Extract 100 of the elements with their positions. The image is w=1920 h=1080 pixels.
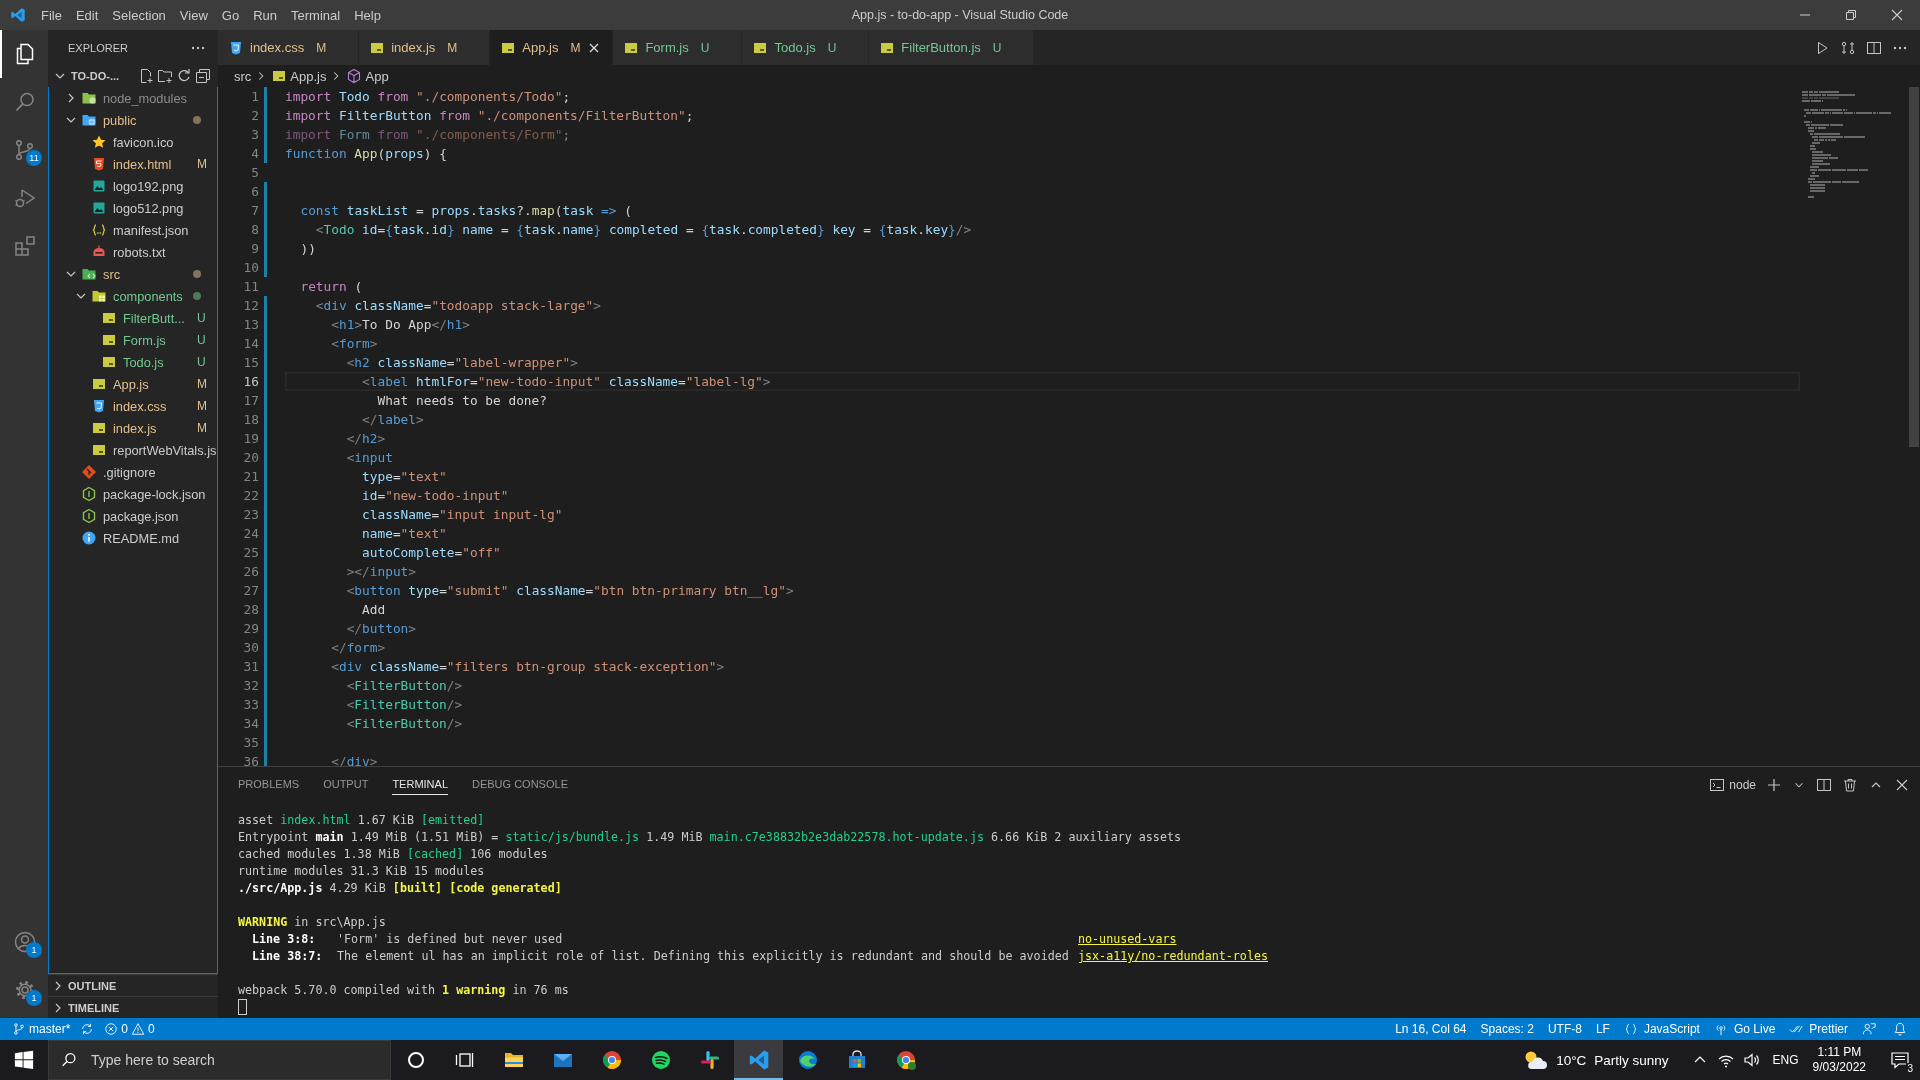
split-terminal-icon[interactable] <box>1816 776 1832 793</box>
panel-tab[interactable]: OUTPUT <box>323 774 369 795</box>
section-header[interactable]: TIMELINE <box>68 1001 120 1014</box>
menu-item[interactable]: Help <box>347 7 388 23</box>
folder-name[interactable]: node_modules <box>103 90 217 106</box>
file-name[interactable]: logo192.png <box>113 178 217 194</box>
js-file-icon <box>101 332 117 348</box>
temperature[interactable]: 10°C <box>1556 1052 1587 1068</box>
file-name[interactable]: index.css <box>113 398 195 414</box>
file-name[interactable]: favicon.ico <box>113 134 217 150</box>
scrollbar-thumb[interactable] <box>1909 87 1919 447</box>
file-name[interactable]: logo512.png <box>113 200 217 216</box>
file-name[interactable]: index.js <box>113 420 195 436</box>
status-item[interactable]: Go Live <box>1713 1022 1776 1036</box>
compare-changes-icon[interactable] <box>1840 39 1856 56</box>
warning-message: The element ul has an implicit role of list. Defining this explicitly is redundant and should be avoided <box>337 948 1070 965</box>
split-editor-icon[interactable] <box>1866 39 1882 56</box>
file-name[interactable]: Todo.js <box>123 354 195 370</box>
status-item[interactable]: Spaces: 2 <box>1480 1022 1534 1036</box>
terminal-text: ./src/App.js <box>238 881 323 895</box>
language-indicator[interactable]: ENG <box>1772 1053 1799 1067</box>
clock-date[interactable]: 9/03/2022 <box>1812 1060 1866 1075</box>
search-icon[interactable] <box>13 90 37 114</box>
git-status: U <box>197 311 207 325</box>
badge: 11 <box>26 150 42 166</box>
account-icon[interactable] <box>13 930 37 954</box>
rule-link[interactable]: no-unused-vars <box>1078 932 1177 946</box>
terminal-text: Entrypoint <box>238 830 309 844</box>
status-item[interactable]: Prettier <box>1789 1022 1848 1036</box>
search-field[interactable]: Type here to search <box>48 1040 391 1080</box>
clock-time[interactable]: 1:11 PM <box>1817 1045 1862 1060</box>
refresh-icon[interactable] <box>176 68 192 84</box>
warning-count[interactable]: 0 <box>148 1022 155 1036</box>
menu-item[interactable]: File <box>34 7 69 23</box>
breadcrumb[interactable]: App.js <box>290 68 327 84</box>
folder-name[interactable]: components <box>113 288 191 304</box>
breadcrumb[interactable]: src <box>234 68 252 84</box>
project-folder-name[interactable]: TO-DO-... <box>71 70 135 82</box>
close-icon[interactable] <box>1889 7 1905 23</box>
feedback-icon[interactable] <box>1862 1022 1876 1036</box>
run-debug-icon[interactable] <box>13 186 37 210</box>
terminal-selector[interactable]: node <box>1709 776 1756 793</box>
error-count[interactable]: 0 <box>121 1022 129 1036</box>
file-name[interactable]: package.json <box>103 508 217 524</box>
editor-tab[interactable]: FilterButton.js U <box>869 30 1035 65</box>
git-status: U <box>826 40 837 55</box>
panel-tab[interactable]: DEBUG CONSOLE <box>472 774 568 795</box>
error-icon[interactable] <box>104 1022 119 1036</box>
file-name[interactable]: .gitignore <box>103 464 217 480</box>
file-name[interactable]: Form.js <box>123 332 195 348</box>
file-name[interactable]: package-lock.json <box>103 486 217 502</box>
collapse-all-icon[interactable] <box>195 68 211 84</box>
status-item[interactable]: LF <box>1595 1022 1610 1036</box>
extensions-icon[interactable] <box>13 234 37 258</box>
trash-icon[interactable] <box>1842 776 1858 793</box>
status-item[interactable]: UTF-8 <box>1547 1022 1582 1036</box>
menu-item[interactable]: Edit <box>68 7 106 23</box>
file-name[interactable]: index.html <box>113 156 195 172</box>
status-item[interactable]: JavaScript <box>1623 1022 1700 1036</box>
menu-item[interactable]: Terminal <box>284 7 348 23</box>
line-number: 32 <box>242 678 259 693</box>
sync-icon[interactable] <box>80 1022 95 1036</box>
editor-tab[interactable]: Form.js U <box>613 30 743 65</box>
menu-item[interactable]: Run <box>246 7 284 23</box>
menu-item[interactable]: View <box>172 7 215 23</box>
file-name[interactable]: robots.txt <box>113 244 217 260</box>
line-number: 18 <box>242 412 259 427</box>
breadcrumb[interactable]: App <box>365 68 389 84</box>
file-name[interactable]: reportWebVitals.js <box>113 442 217 458</box>
file-name[interactable]: manifest.json <box>113 222 217 238</box>
new-folder-icon[interactable] <box>157 68 173 84</box>
rule-link[interactable]: jsx-a11y/no-redundant-roles <box>1078 949 1268 963</box>
warning-icon[interactable] <box>131 1022 146 1036</box>
editor-tab[interactable]: index.css M <box>218 30 360 65</box>
file-name[interactable]: README.md <box>103 530 217 546</box>
status-item[interactable]: Ln 16, Col 64 <box>1395 1022 1467 1036</box>
windows-logo-icon[interactable] <box>14 1050 34 1070</box>
git-status: M <box>315 40 327 55</box>
notification-icon[interactable] <box>1890 1050 1910 1070</box>
folder-name[interactable]: src <box>103 266 191 282</box>
code-line: id="new-todo-input" <box>361 487 510 505</box>
volume-icon[interactable] <box>1742 1051 1761 1069</box>
file-name[interactable]: FilterButt... <box>123 310 195 326</box>
editor-tab[interactable]: Todo.js U <box>742 30 870 65</box>
editor-tab[interactable]: App.js M <box>490 30 614 65</box>
section-header[interactable]: OUTLINE <box>68 979 117 992</box>
file-name[interactable]: App.js <box>113 376 195 392</box>
restore-icon[interactable] <box>1843 7 1859 23</box>
menu-item[interactable]: Selection <box>105 7 173 23</box>
menu-item[interactable]: Go <box>214 7 247 23</box>
bell-icon[interactable] <box>1893 1022 1907 1036</box>
panel-tab[interactable]: PROBLEMS <box>238 774 300 795</box>
line-number: 15 <box>242 355 259 370</box>
editor-tab[interactable]: index.js M <box>359 30 491 65</box>
weather-condition[interactable]: Partly sunny <box>1594 1052 1669 1068</box>
branch-button[interactable]: master* <box>12 1022 71 1036</box>
plus-icon[interactable] <box>1766 776 1782 793</box>
folder-name[interactable]: public <box>103 112 191 128</box>
panel-tab[interactable]: TERMINAL <box>392 774 448 795</box>
new-file-icon[interactable] <box>138 68 154 84</box>
